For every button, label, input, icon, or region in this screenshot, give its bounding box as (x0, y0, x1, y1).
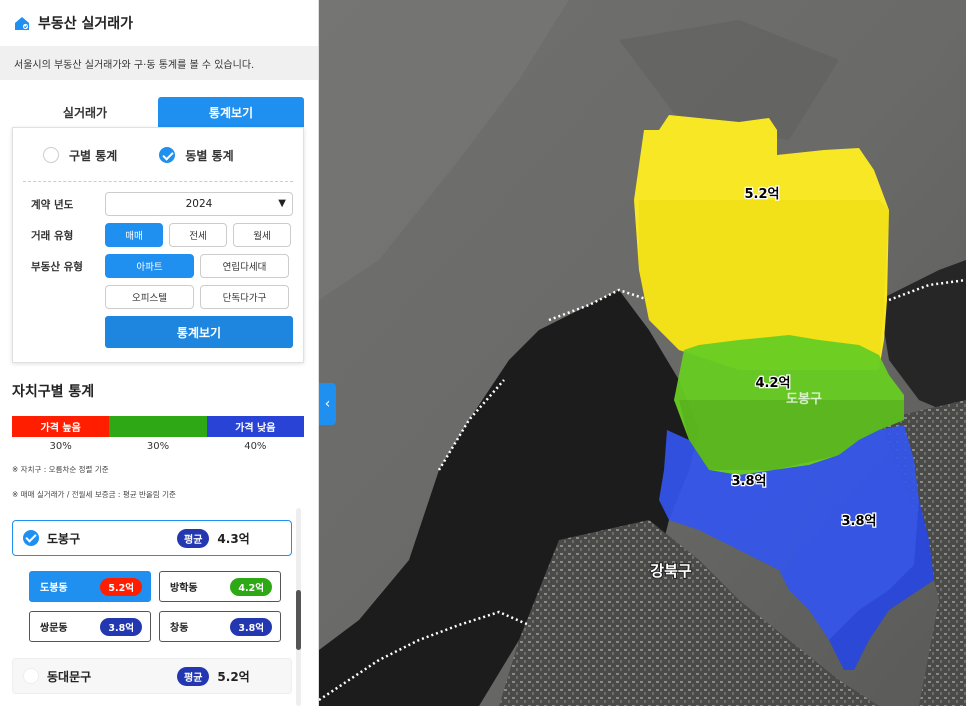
dong-item-ssangmun[interactable]: 쌍문동 3.8억 (29, 611, 151, 642)
pct-mid: 30% (146, 441, 170, 452)
district-name: 동대문구 (47, 669, 92, 684)
chip-villa[interactable]: 연립다세대 (200, 254, 289, 278)
chevron-left-icon: ‹ (324, 396, 331, 412)
price-badge: 3.8억 (100, 617, 142, 636)
app-description: 서울시의 부동산 실거래가와 구·동 통계를 볼 수 있습니다. (0, 46, 318, 80)
deal-row: 거래 유형 매매 전세 월세 (13, 223, 303, 247)
legend-percents: 30% 30% 40% (12, 441, 304, 452)
dong-item-chang[interactable]: 창동 3.8억 (159, 611, 281, 642)
dong-name: 쌍문동 (40, 623, 68, 634)
tab-bar: 실거래가 통계보기 (12, 97, 304, 127)
stats-title: 자치구별 통계 (12, 384, 95, 400)
deal-label: 거래 유형 (31, 229, 74, 242)
avg-badge: 평균 (177, 528, 210, 548)
dong-grid: 도봉동 5.2억 방학동 4.2억 쌍문동 3.8억 창동 3.8억 (29, 571, 292, 642)
chip-jeonse[interactable]: 전세 (169, 223, 227, 247)
map-label-banghak-dong: 4.2억 (756, 376, 791, 391)
dong-item-banghak[interactable]: 방학동 4.2억 (159, 571, 281, 602)
avg-badge: 평균 (177, 666, 210, 686)
home-icon (15, 17, 30, 31)
submit-stats-button[interactable]: 통계보기 (105, 316, 293, 348)
property-row: 부동산 유형 아파트 연립다세대 (13, 254, 303, 278)
stat-type-radios: 구별 통계 동별 통계 (13, 142, 303, 168)
collapse-panel-button[interactable]: ‹ (319, 383, 336, 425)
dong-item-dobong[interactable]: 도봉동 5.2억 (29, 571, 151, 602)
legend-high: 가격 높음 (12, 416, 110, 437)
chevron-down-icon: ▼ (278, 198, 286, 209)
district-card-dobong[interactable]: 도봉구 평균 4.3억 (12, 520, 292, 556)
chip-sale[interactable]: 매매 (105, 223, 163, 247)
map-label-ssangmun-dong: 3.8억 (732, 474, 767, 489)
avg-value: 5.2억 (217, 669, 250, 684)
pct-low: 40% (244, 441, 267, 452)
radio-circle-icon (43, 147, 59, 163)
chip-apartment[interactable]: 아파트 (105, 254, 194, 278)
legend-mid (109, 416, 207, 437)
chip-house[interactable]: 단독다가구 (200, 285, 289, 309)
dong-name: 도봉동 (40, 583, 68, 594)
check-circle-icon (23, 530, 39, 546)
app-title: 부동산 실거래가 (38, 16, 134, 32)
list-scrollbar[interactable] (296, 508, 301, 706)
property-row-2: 오피스텔 단독다가구 (13, 285, 303, 309)
radio-circle-icon (23, 668, 39, 684)
year-row: 계약 년도 2024 ▼ (13, 192, 303, 216)
chip-officetel[interactable]: 오피스텔 (105, 285, 194, 309)
note-average: ※ 매매 실거래가 / 전월세 보증금 : 평균 반올림 기준 (12, 490, 176, 499)
tab-statistics[interactable]: 통계보기 (158, 97, 304, 127)
map-label-dobong-gu: 도봉구 (786, 392, 822, 407)
dong-name: 창동 (170, 623, 189, 634)
dong-name: 방학동 (170, 583, 198, 594)
panel-header: 부동산 실거래가 (0, 0, 318, 46)
price-badge: 5.2억 (100, 577, 142, 596)
year-label: 계약 년도 (31, 198, 74, 211)
property-label: 부동산 유형 (31, 260, 83, 273)
map-label-chang-dong: 3.8억 (842, 514, 877, 529)
price-legend: 가격 높음 가격 낮음 (12, 416, 304, 437)
radio-gu-stats[interactable]: 구별 통계 (43, 147, 117, 164)
map-view[interactable]: 5.2억 4.2억 3.8억 3.8억 도봉구 강북구 (319, 0, 966, 706)
avg-value: 4.3억 (217, 531, 250, 546)
map-label-dobong-dong: 5.2억 (745, 187, 780, 202)
scroll-thumb[interactable] (296, 590, 301, 650)
divider (23, 181, 293, 182)
district-name: 도봉구 (47, 531, 81, 546)
year-select[interactable]: 2024 ▼ (105, 192, 293, 216)
chip-monthly[interactable]: 월세 (233, 223, 291, 247)
filter-box: 구별 통계 동별 통계 계약 년도 2024 ▼ 거래 유형 매매 전세 월세 … (12, 127, 304, 363)
tab-transactions[interactable]: 실거래가 (12, 97, 158, 127)
map-canvas: 5.2억 4.2억 3.8억 3.8억 도봉구 강북구 (319, 0, 966, 706)
pct-high: 30% (49, 441, 72, 452)
price-badge: 3.8억 (230, 617, 272, 636)
note-sort: ※ 자치구 : 오름차순 정렬 기준 (12, 465, 109, 474)
check-circle-icon (159, 147, 176, 163)
district-card-dongdaemun[interactable]: 동대문구 평균 5.2억 (12, 658, 292, 694)
radio-dong-stats[interactable]: 동별 통계 (159, 147, 234, 164)
legend-low: 가격 낮음 (206, 416, 304, 437)
side-panel: 부동산 실거래가 서울시의 부동산 실거래가와 구·동 통계를 볼 수 있습니다… (0, 0, 319, 706)
radio-dong-label: 동별 통계 (185, 148, 234, 163)
year-value: 2024 (185, 198, 213, 210)
radio-gu-label: 구별 통계 (69, 148, 118, 163)
district-list: 도봉구 평균 4.3억 도봉동 5.2억 방학동 4.2억 쌍문동 3.8억 창… (12, 520, 292, 694)
price-badge: 4.2억 (230, 577, 272, 596)
map-label-gangbuk-gu: 강북구 (650, 562, 692, 580)
